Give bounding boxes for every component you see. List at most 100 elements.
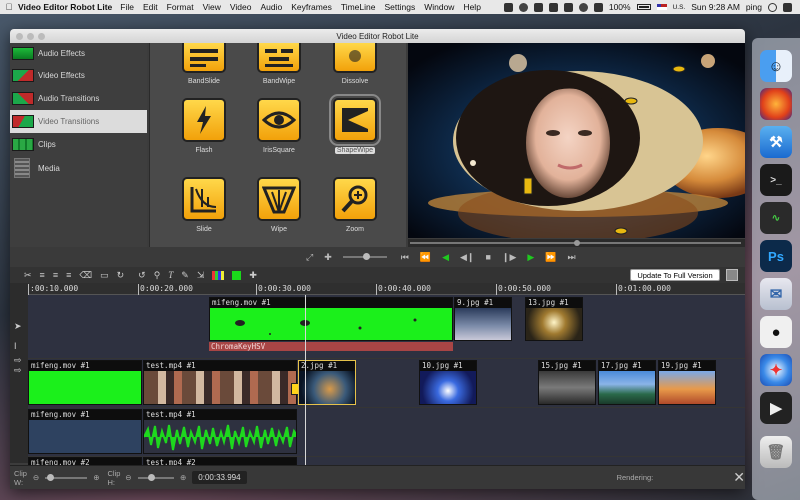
timeline-clip[interactable]: test.mp4 #1 — [143, 409, 297, 454]
transition-tile-slide[interactable]: Slide — [174, 177, 234, 233]
bluetooth-icon[interactable] — [548, 2, 558, 12]
app-menu[interactable]: Video Editor Robot Lite — [18, 2, 112, 12]
wifi-icon[interactable] — [578, 2, 588, 12]
preview-seek-bar[interactable] — [408, 239, 745, 247]
transition-tile-zoom[interactable]: Zoom — [325, 177, 385, 233]
panel-toggle-icon[interactable] — [726, 269, 738, 281]
text-cursor-tool-icon[interactable]: I — [14, 341, 17, 351]
menu-settings[interactable]: Settings — [384, 2, 415, 12]
menu-file[interactable]: File — [120, 2, 134, 12]
zoom-out-icon[interactable]: ⊖ — [125, 473, 131, 482]
zoom-in-icon[interactable]: ⊕ — [180, 473, 186, 482]
add-marker-icon[interactable]: ✚ — [324, 252, 332, 263]
display-status-icon[interactable] — [533, 2, 543, 12]
align-center-icon[interactable]: ≡ — [53, 270, 58, 280]
photoshop-icon[interactable]: Ps — [760, 240, 792, 272]
menu-keyframes[interactable]: Keyframes — [291, 2, 332, 12]
timeline-clip[interactable]: 10.jpg #1 — [419, 360, 477, 405]
menu-timeline[interactable]: TimeLine — [341, 2, 376, 12]
firefox-icon[interactable] — [760, 88, 792, 120]
fast-forward-icon[interactable]: ⏩ — [545, 252, 556, 263]
timeline-clip[interactable]: mifeng.mov #1 — [28, 409, 142, 454]
timeline-clip[interactable]: 13.jpg #1 — [525, 297, 583, 341]
fast-rewind-icon[interactable]: ⏪ — [420, 252, 431, 263]
timemachine-icon[interactable] — [563, 2, 573, 12]
green-swatch-icon[interactable] — [232, 270, 242, 280]
qq-icon[interactable]: ● — [760, 316, 792, 348]
next-frame-icon[interactable]: ❙▶ — [502, 252, 516, 263]
trash-icon[interactable]: 🗑 — [760, 436, 792, 468]
select-tool-icon[interactable]: ➤ — [14, 321, 22, 332]
loop-icon[interactable]: ↻ — [117, 270, 125, 281]
finder-icon[interactable]: ☺ — [760, 50, 792, 82]
playhead[interactable] — [305, 295, 306, 465]
skip-end-icon[interactable]: ⏭ — [568, 252, 576, 263]
activity-monitor-icon[interactable]: ∿ — [760, 202, 792, 234]
battery-icon[interactable] — [636, 4, 651, 10]
close-window-button[interactable] — [16, 32, 23, 40]
video-editor-robot-icon[interactable]: ▶ — [760, 392, 792, 424]
timeline-clip[interactable]: test.mp4 #1 — [143, 360, 297, 405]
clip-height-slider[interactable] — [137, 473, 174, 481]
menu-user[interactable]: ping — [746, 2, 762, 12]
zoom-window-button[interactable] — [38, 32, 45, 40]
add-track-icon[interactable]: ✚ — [249, 270, 257, 281]
search-icon[interactable] — [768, 2, 777, 12]
apple-menu-icon[interactable]:  — [0, 2, 18, 12]
menu-clock[interactable]: Sun 9:28 AM — [691, 2, 740, 12]
text-icon[interactable]: T — [168, 270, 173, 280]
transition-tile-irissquare[interactable]: IrisSquare — [249, 98, 309, 154]
timeline-clip[interactable]: 2.jpg #1 — [298, 360, 356, 405]
redo-icon[interactable]: ↺ — [138, 270, 146, 281]
effect-label-chromakey[interactable]: ChromaKeyHSV — [209, 342, 453, 351]
menu-view[interactable]: View — [203, 2, 221, 12]
menu-window[interactable]: Window — [424, 2, 454, 12]
menu-edit[interactable]: Edit — [143, 2, 158, 12]
scissors-icon[interactable]: ✂ — [24, 270, 32, 281]
sidebar-item-video-effects[interactable]: Video Effects — [10, 64, 147, 87]
previous-frame-icon[interactable]: ◀❙ — [460, 252, 474, 263]
timeline-clip[interactable]: 17.jpg #1 — [598, 360, 656, 405]
skip-start-icon[interactable]: ⏮ — [401, 252, 409, 263]
volume-slider[interactable] — [342, 253, 387, 260]
transition-tile-flash[interactable]: Flash — [174, 98, 234, 154]
play-icon[interactable]: ▶ — [527, 252, 534, 263]
status-app-icon[interactable] — [503, 2, 513, 12]
sidebar-item-video-transitions[interactable]: Video Transitions — [10, 110, 147, 133]
minimize-window-button[interactable] — [27, 32, 34, 40]
transition-tile-bandslide[interactable]: BandSlide — [174, 43, 234, 85]
safari-icon[interactable]: ✦ — [760, 354, 792, 386]
align-left-icon[interactable]: ≡ — [40, 270, 45, 280]
timeline-clip[interactable]: mifeng.mov #1 — [28, 360, 142, 405]
timeline-clip[interactable]: 19.jpg #1 — [658, 360, 716, 405]
zoom-out-icon[interactable]: ⊖ — [33, 473, 39, 482]
xcode-icon[interactable]: ⚒ — [760, 126, 792, 158]
sidebar-item-clips[interactable]: Clips — [10, 133, 147, 156]
transition-tile-shapewipe[interactable]: ShapeWipe — [325, 94, 385, 154]
stop-icon[interactable]: ■ — [485, 252, 490, 262]
zoom-in-icon[interactable]: ⊕ — [93, 473, 99, 482]
picker-icon[interactable]: ✎ — [181, 270, 189, 281]
align-right-icon[interactable]: ≡ — [66, 270, 71, 280]
transition-tile-dissolve[interactable]: Dissolve — [325, 43, 385, 85]
clip-width-slider[interactable] — [45, 473, 88, 481]
preview-app-icon[interactable]: ✉ — [760, 278, 792, 310]
close-icon[interactable]: ✕ — [733, 469, 745, 486]
transition-tile-bandwipe[interactable]: BandWipe — [249, 43, 309, 85]
split-icon[interactable]: ⤢ — [306, 252, 313, 263]
seek-knob[interactable] — [573, 240, 580, 246]
menu-video[interactable]: Video — [230, 2, 252, 12]
resize-icon[interactable]: ⇲ — [197, 270, 205, 281]
menu-audio[interactable]: Audio — [260, 2, 282, 12]
sidebar-item-audio-transitions[interactable]: Audio Transitions — [10, 87, 147, 110]
video-preview[interactable] — [408, 43, 745, 238]
terminal-icon[interactable]: >_ — [760, 164, 792, 196]
timeline-clip[interactable]: mifeng.mov #1 — [209, 297, 453, 341]
slip-tool-icon[interactable]: ⇨ — [14, 365, 22, 376]
menu-help[interactable]: Help — [463, 2, 480, 12]
transition-tile-wipe[interactable]: Wipe — [249, 177, 309, 233]
sidebar-item-media[interactable]: Media — [10, 156, 147, 180]
timeline-clip[interactable]: 15.jpg #1 — [538, 360, 596, 405]
crop-icon[interactable]: ▭ — [100, 270, 109, 281]
eraser-icon[interactable]: ⌫ — [79, 270, 92, 281]
